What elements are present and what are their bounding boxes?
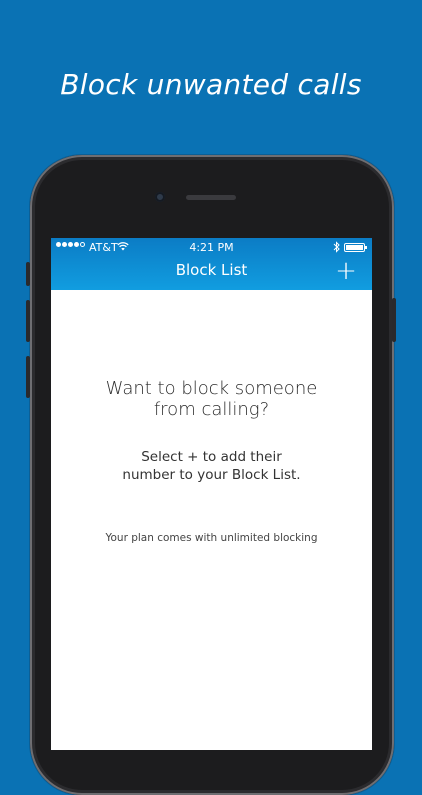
front-camera <box>155 192 165 202</box>
empty-state-title: Want to block someone from calling? <box>51 378 372 420</box>
volume-down-button <box>26 356 30 398</box>
plus-icon: + <box>335 256 357 286</box>
bluetooth-icon <box>333 241 340 253</box>
volume-up-button <box>26 300 30 342</box>
power-button <box>392 298 396 342</box>
phone-screen: AT&T 4:21 PM Block List + Want to block … <box>51 238 372 750</box>
marketing-headline: Block unwanted calls <box>60 68 362 101</box>
battery-icon <box>344 243 367 252</box>
status-time: 4:21 PM <box>189 241 234 254</box>
earpiece-speaker <box>186 195 236 200</box>
status-bar: AT&T 4:21 PM <box>51 238 372 258</box>
empty-state-title-line1: Want to block someone <box>105 378 318 399</box>
empty-state-instructions: Select + to add their number to your Blo… <box>51 448 372 484</box>
empty-state-instructions-line2: number to your Block List. <box>122 467 301 483</box>
empty-state-title-line2: from calling? <box>153 399 270 420</box>
page-title: Block List <box>175 261 248 279</box>
plan-note: Your plan comes with unlimited blocking <box>105 532 318 544</box>
mute-switch <box>26 262 30 286</box>
empty-state-instructions-line1: Select + to add their <box>141 449 282 465</box>
add-blocked-number-button[interactable]: + <box>333 258 359 284</box>
navigation-bar: AT&T 4:21 PM Block List + <box>51 238 372 290</box>
